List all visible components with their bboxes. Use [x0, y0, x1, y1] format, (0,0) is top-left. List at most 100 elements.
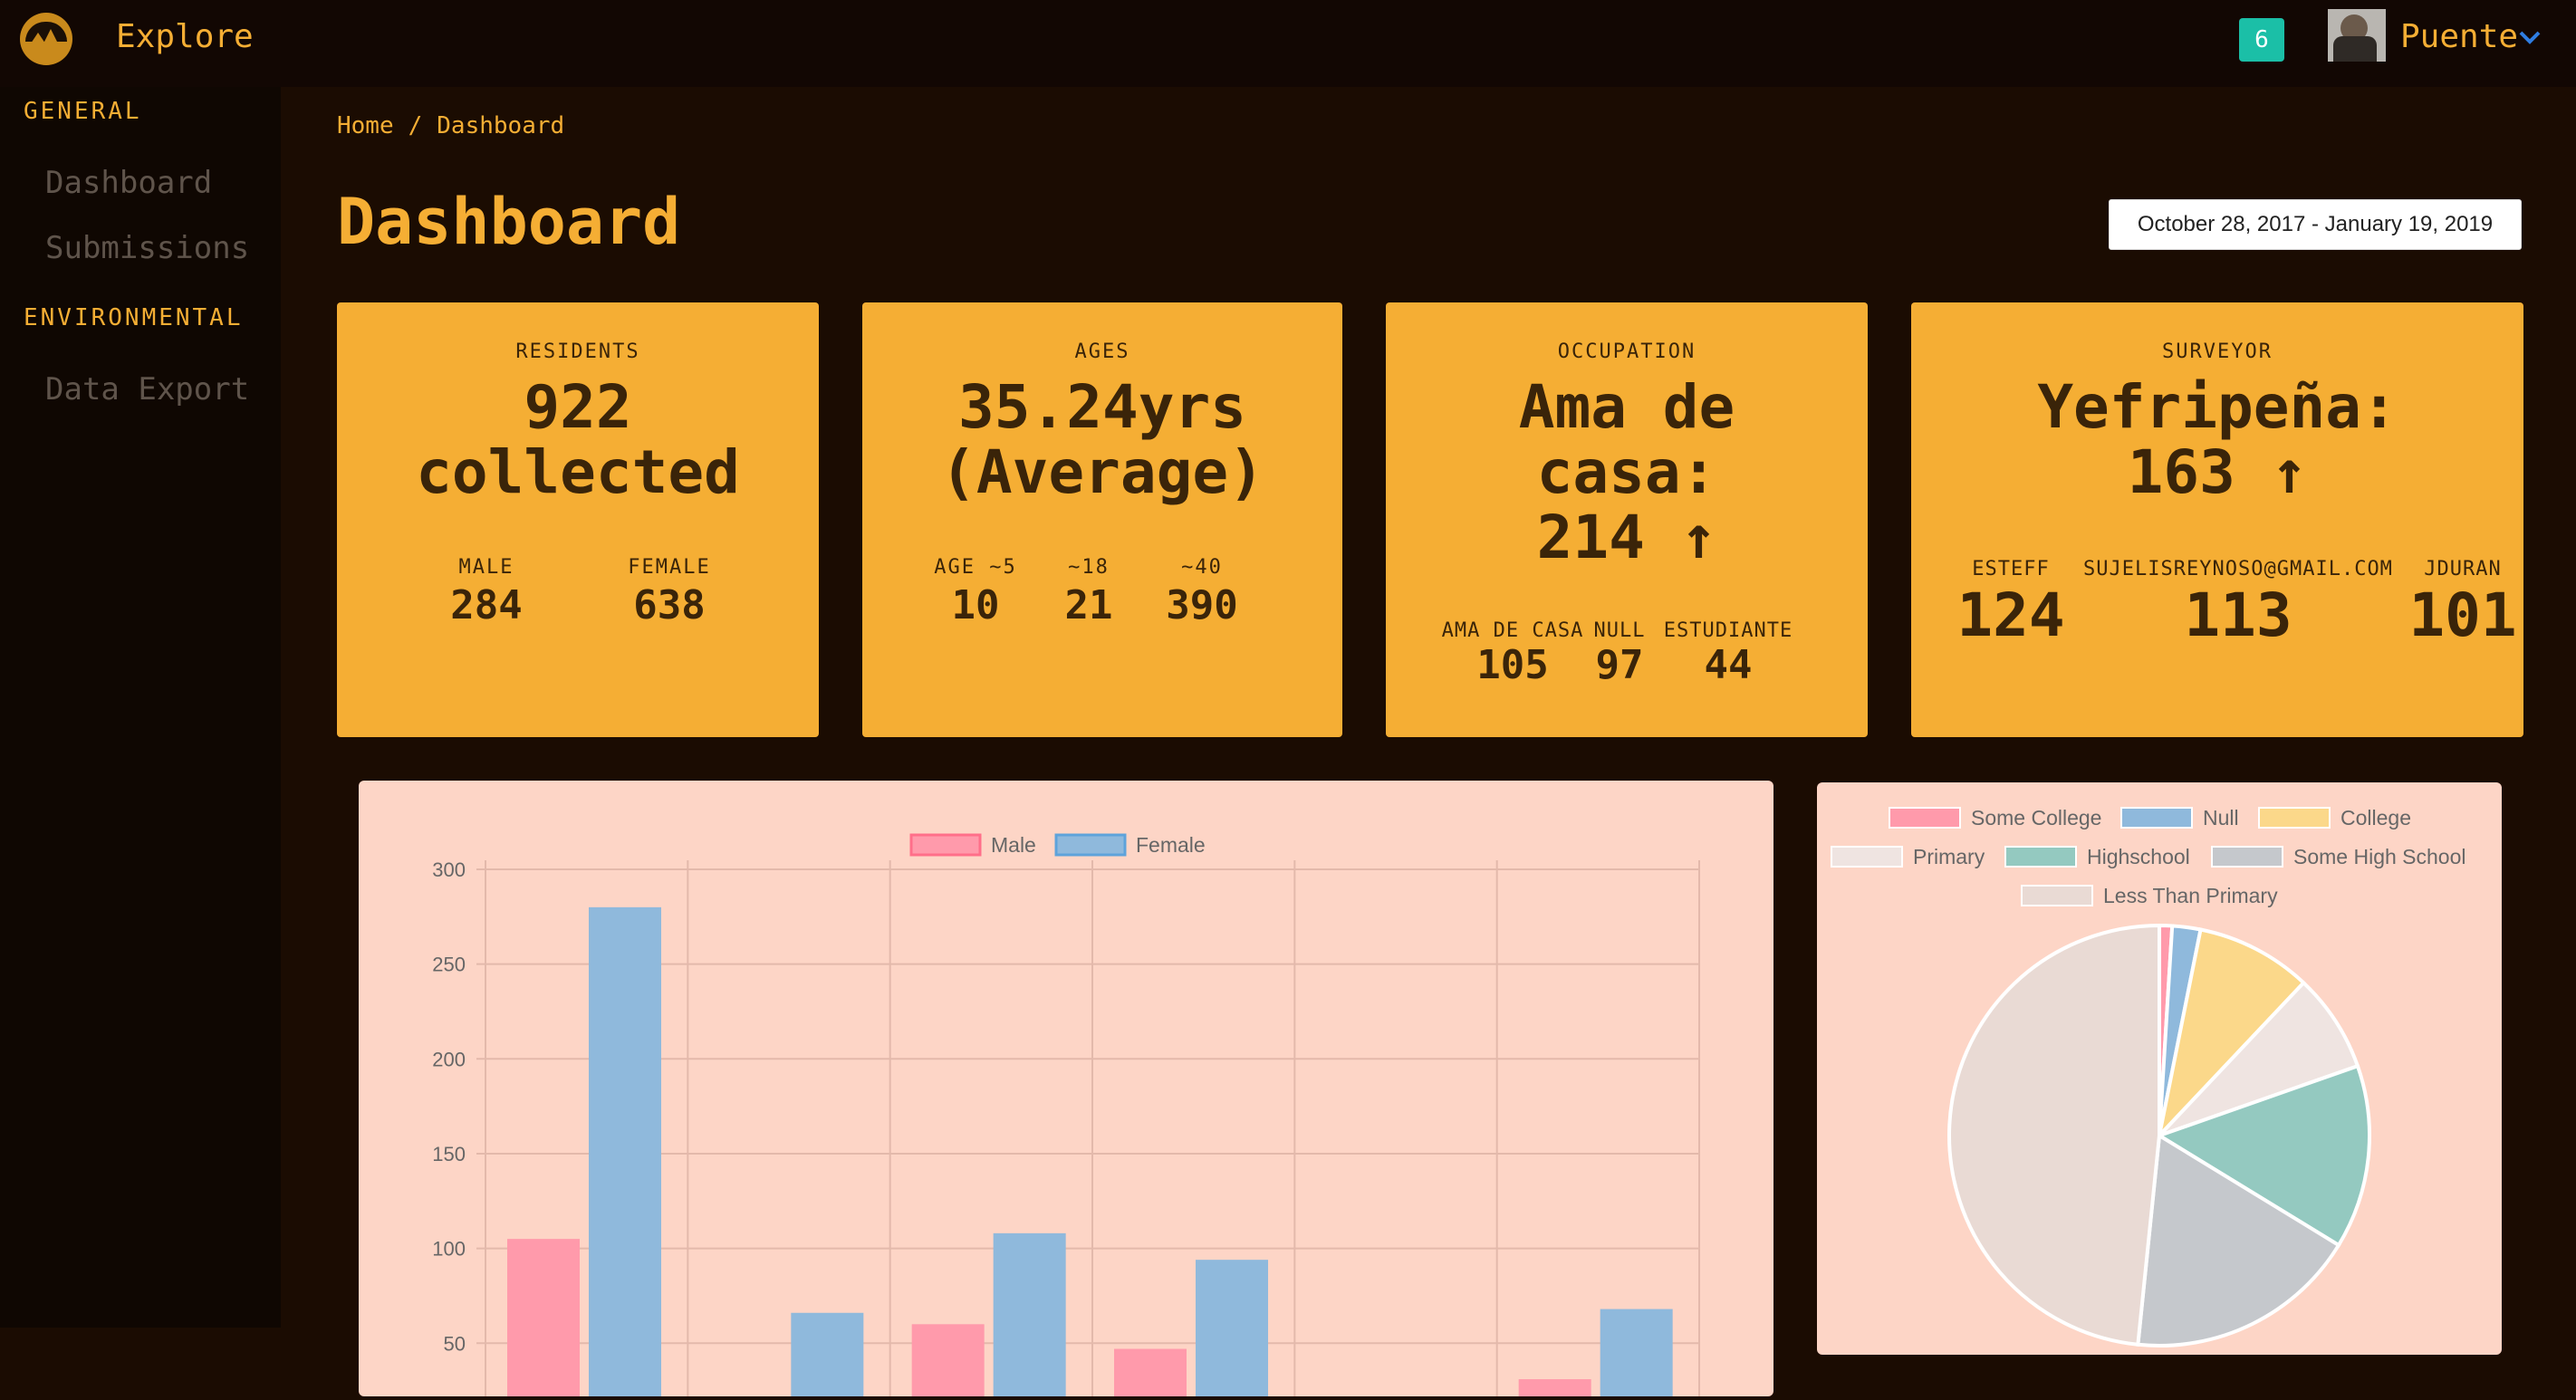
- y-tick-label: 100: [432, 1238, 466, 1261]
- card-value-line: casa:: [1536, 437, 1717, 507]
- y-tick-label: 250: [432, 954, 466, 976]
- user-menu-name[interactable]: Puente: [2400, 18, 2518, 55]
- stat-label: FEMALE: [628, 556, 711, 579]
- legend-swatch: [1831, 846, 1903, 868]
- y-tick-label: 300: [432, 858, 466, 881]
- legend-label: College: [2341, 806, 2411, 829]
- stat-value: 97: [1595, 642, 1644, 688]
- stat-value: 113: [2184, 580, 2292, 650]
- user-avatar[interactable]: [2328, 9, 2386, 62]
- card-value-line: Ama de: [1518, 372, 1735, 442]
- gender-bar-chart-panel: 50 100 150 200 250 300 Male Female: [359, 781, 1773, 1396]
- stat-label: AMA DE CASA: [1441, 619, 1584, 642]
- bar-female: [1196, 1260, 1268, 1396]
- stat-female: FEMALE 638: [592, 556, 746, 628]
- card-label: OCCUPATION: [1557, 340, 1697, 363]
- surveyor-card: SURVEYOR Yefripeña: 163 ↑ ESTEFF 124 SUJ…: [1911, 302, 2523, 737]
- legend-swatch: [1054, 833, 1127, 857]
- stat-value: 284: [450, 582, 523, 628]
- education-pie-chart: Some College Null College Primary Highschool…: [1831, 806, 2466, 1347]
- stat-value: 44: [1704, 642, 1753, 688]
- education-pie-chart-panel: Some College Null College Primary Highschool…: [1817, 782, 2502, 1355]
- card-value-line: 922: [524, 372, 632, 442]
- stat-age-40: ~40 390: [1152, 556, 1252, 628]
- bar-male: [1518, 1379, 1591, 1396]
- breadcrumb: Home / Dashboard: [337, 112, 564, 139]
- stat-male: MALE 284: [409, 556, 563, 628]
- residents-card: RESIDENTS 922 collected MALE 284 FEMALE …: [337, 302, 819, 737]
- chevron-down-icon[interactable]: [2518, 25, 2542, 49]
- card-value: 922 collected: [337, 375, 819, 505]
- card-value-line: (Average): [940, 437, 1264, 507]
- top-navbar: [0, 0, 2576, 87]
- card-value: 35.24yrs (Average): [862, 375, 1342, 505]
- stat-label: SUJELISREYNOSO@GMAIL.COM: [2083, 558, 2393, 580]
- bar-female: [791, 1312, 864, 1396]
- legend-label: Less Than Primary: [2103, 884, 2278, 907]
- card-value: Yefripeña: 163 ↑: [1911, 375, 2523, 505]
- card-label: AGES: [1074, 340, 1130, 363]
- legend-label: Some High School: [2293, 845, 2466, 868]
- bar-female: [589, 906, 661, 1396]
- card-value: Ama de casa: 214 ↑: [1386, 375, 1868, 571]
- stat-age-5: AGE ~5 10: [917, 556, 1034, 628]
- avatar-body: [2333, 36, 2377, 62]
- occupation-card: OCCUPATION Ama de casa: 214 ↑ AMA DE CAS…: [1386, 302, 1868, 737]
- stat-label: NULL: [1593, 619, 1646, 642]
- legend-swatch: [2004, 846, 2077, 868]
- y-tick-label: 200: [432, 1048, 466, 1070]
- sidebar-item-submissions[interactable]: Submissions: [45, 230, 249, 266]
- sidebar-section-general: GENERAL: [24, 98, 142, 125]
- card-value-line: Yefripeña:: [2037, 372, 2398, 442]
- legend-swatch: [2258, 807, 2331, 829]
- legend-swatch: [1889, 807, 1961, 829]
- bar-male: [911, 1324, 985, 1396]
- stat-null: NULL 97: [1583, 619, 1656, 688]
- bar-female: [993, 1232, 1066, 1396]
- sidebar-section-environmental: ENVIRONMENTAL: [24, 304, 244, 331]
- y-tick-label: 50: [444, 1332, 466, 1355]
- card-label: RESIDENTS: [515, 340, 640, 363]
- stat-label: ~18: [1068, 556, 1110, 579]
- card-value-line: 35.24yrs: [958, 372, 1246, 442]
- app-logo[interactable]: [20, 13, 72, 65]
- legend-swatch: [2021, 885, 2093, 906]
- pie-slice: [1947, 923, 2161, 1347]
- page-title: Dashboard: [337, 185, 681, 259]
- notification-badge[interactable]: 6: [2239, 18, 2284, 62]
- card-value-line: 214 ↑: [1536, 503, 1717, 572]
- stat-value: 10: [951, 582, 1000, 628]
- stat-label: JDURAN: [2424, 558, 2502, 580]
- stat-age-18: ~18 21: [1043, 556, 1134, 628]
- legend-label: Primary: [1913, 845, 1985, 868]
- breadcrumb-current: Dashboard: [437, 112, 565, 139]
- stat-esteff: ESTEFF 124: [1956, 558, 2065, 650]
- legend-label: Male: [991, 833, 1036, 857]
- sidebar-item-data-export[interactable]: Data Export: [45, 371, 249, 408]
- legend-label: Some College: [1971, 806, 2101, 829]
- stat-value: 105: [1476, 642, 1549, 688]
- card-value-line: collected: [416, 437, 740, 507]
- bar-male: [507, 1239, 580, 1396]
- stat-jduran: JDURAN 101: [2406, 558, 2520, 650]
- stat-ama-de-casa: AMA DE CASA 105: [1431, 619, 1594, 688]
- stat-label: ~40: [1181, 556, 1223, 579]
- breadcrumb-separator: /: [408, 112, 423, 139]
- stat-value: 21: [1064, 582, 1113, 628]
- stat-label: ESTUDIANTE: [1663, 619, 1793, 642]
- y-tick-label: 150: [432, 1143, 466, 1165]
- legend-label: Null: [2203, 806, 2239, 829]
- stat-value: 124: [1956, 580, 2065, 650]
- sidebar: [0, 87, 281, 1328]
- card-value-line: 163 ↑: [2127, 437, 2308, 507]
- stat-sujelisreynoso: SUJELISREYNOSO@GMAIL.COM 113: [2071, 558, 2406, 650]
- breadcrumb-home[interactable]: Home: [337, 112, 394, 139]
- brand-title[interactable]: Explore: [116, 18, 254, 55]
- stat-value: 638: [633, 582, 706, 628]
- legend-label: Highschool: [2087, 845, 2190, 868]
- logo-mountain: [43, 29, 58, 43]
- card-label: SURVEYOR: [2162, 340, 2273, 363]
- sidebar-item-dashboard[interactable]: Dashboard: [45, 165, 212, 201]
- date-range-picker[interactable]: October 28, 2017 - January 19, 2019: [2109, 199, 2522, 250]
- bar-female: [1600, 1309, 1673, 1396]
